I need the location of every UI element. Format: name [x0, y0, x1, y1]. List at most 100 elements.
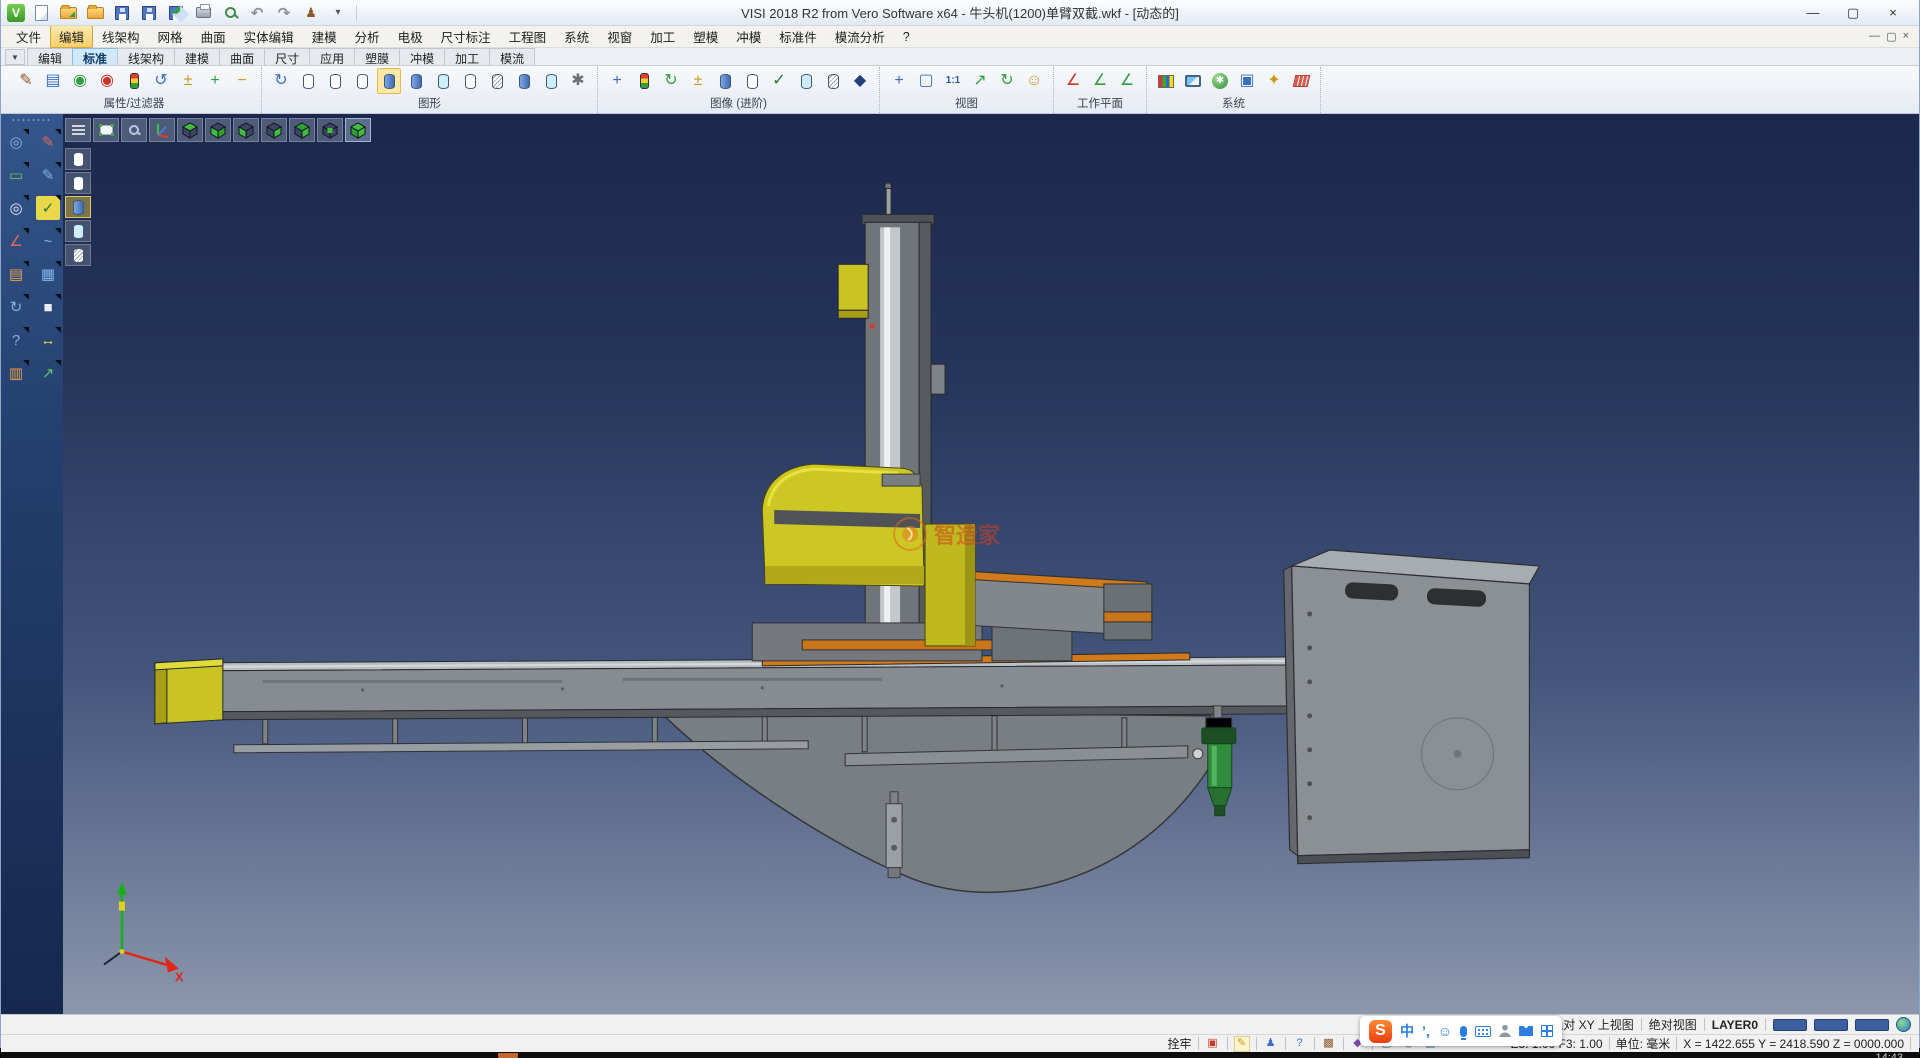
render-settings-icon[interactable]: ✱ — [566, 68, 590, 94]
undo-button[interactable]: ↶ — [246, 3, 268, 23]
cylinder-arrows-icon[interactable] — [512, 68, 536, 94]
eye-plus-icon[interactable]: + — [203, 68, 227, 94]
microphone-icon[interactable] — [1460, 1026, 1467, 1037]
help-icon[interactable]: ? — [4, 328, 28, 352]
view-front-button[interactable] — [289, 118, 315, 142]
ime-punctuation-toggle[interactable]: ’, — [1422, 1024, 1430, 1038]
cylinder-copy-icon[interactable] — [539, 68, 563, 94]
skin-icon[interactable] — [1519, 1026, 1533, 1036]
mode-transparent-button[interactable] — [65, 220, 91, 242]
globe-icon[interactable] — [1896, 1017, 1911, 1032]
viewport-3d[interactable]: 智造家 X — [63, 114, 1919, 1014]
cylinder-hidden-line-icon[interactable] — [323, 68, 347, 94]
traffic-advanced-icon[interactable] — [632, 68, 656, 94]
view-back-button[interactable] — [317, 118, 343, 142]
mdi-close-button[interactable]: × — [1903, 30, 1909, 43]
tabbar-dropdown[interactable]: ▼ — [5, 49, 25, 65]
menu-file[interactable]: 文件 — [7, 25, 50, 48]
menu-dimension[interactable]: 尺寸标注 — [432, 25, 500, 48]
wcs-triad-button[interactable] — [149, 118, 175, 142]
traffic-filter-icon[interactable] — [122, 68, 146, 94]
mdi-restore-button[interactable]: ▢ — [1886, 30, 1896, 43]
cylinder-page-icon[interactable] — [794, 68, 818, 94]
menu-machining[interactable]: 加工 — [641, 25, 684, 48]
curve-icon[interactable]: ~ — [36, 229, 60, 253]
cylinder-check-icon[interactable]: ✓ — [767, 68, 791, 94]
menu-edit[interactable]: 编辑 — [50, 25, 93, 48]
zoom-extents-button[interactable] — [93, 118, 119, 142]
snap-lock-toggle[interactable]: 拴牢 — [1167, 1035, 1191, 1052]
open-button[interactable] — [57, 3, 79, 23]
tile-windows-icon[interactable]: ▦ — [36, 262, 60, 286]
zoom-dynamic-button[interactable] — [121, 118, 147, 142]
matrix-grid-icon[interactable] — [1289, 68, 1313, 94]
layers-attributes-icon[interactable]: ▤ — [4, 262, 28, 286]
tab-flow[interactable]: 模流 — [489, 48, 535, 65]
tab-edit[interactable]: 编辑 — [27, 48, 73, 65]
save-as-button[interactable] — [138, 3, 160, 23]
color-table-icon[interactable] — [1154, 68, 1178, 94]
view-right-button[interactable] — [261, 118, 287, 142]
absolute-view-button[interactable]: 绝对视图 — [1649, 1016, 1697, 1033]
move-axes-icon[interactable]: + — [605, 68, 629, 94]
view-left-button[interactable] — [233, 118, 259, 142]
wcs-icon[interactable]: ∠ — [4, 229, 28, 253]
regenerate-icon[interactable]: ↻ — [4, 295, 28, 319]
measure-icon[interactable]: ↔ — [36, 328, 60, 352]
zoom-arrow-icon[interactable]: ↗ — [968, 68, 992, 94]
window-select-icon[interactable]: ▭ — [4, 163, 28, 187]
redo-button[interactable]: ↷ — [273, 3, 295, 23]
menu-progress[interactable]: 冲模 — [727, 25, 770, 48]
mode-wireframe-button[interactable] — [65, 148, 91, 170]
profile-icon[interactable] — [1499, 1025, 1511, 1037]
layer-color-swatch-3[interactable] — [1855, 1019, 1889, 1031]
tab-machining[interactable]: 加工 — [444, 48, 490, 65]
refresh-graphics-icon[interactable]: ↻ — [269, 68, 293, 94]
workplane-align-icon[interactable]: ∠ — [1115, 68, 1139, 94]
zoom-window-icon[interactable]: ▢ — [914, 68, 938, 94]
tab-wireframe[interactable]: 线架构 — [117, 48, 175, 65]
confirm-icon[interactable]: ✓ — [36, 196, 60, 220]
cylinder-flat-icon[interactable] — [458, 68, 482, 94]
workplane-edit-icon[interactable]: ∠ — [1088, 68, 1112, 94]
view-bottom-button[interactable] — [205, 118, 231, 142]
taskbar-app-icon[interactable] — [498, 1053, 518, 1058]
menu-help[interactable]: ? — [894, 28, 919, 46]
maximize-button[interactable]: ▢ — [1833, 1, 1873, 25]
menu-flow-analysis[interactable]: 模流分析 — [826, 25, 894, 48]
import-button[interactable] — [84, 3, 106, 23]
point-selector-icon[interactable]: ✦ — [1262, 68, 1286, 94]
screen-layout-icon[interactable] — [1181, 68, 1205, 94]
emoji-icon[interactable]: ☺ — [1438, 1024, 1452, 1038]
mannequin-icon[interactable]: ♟ — [1263, 1036, 1279, 1052]
workplane-create-icon[interactable]: ∠ — [1061, 68, 1085, 94]
cylinder-outline-icon[interactable] — [350, 68, 374, 94]
menu-modeling[interactable]: 建模 — [303, 25, 346, 48]
mode-shaded-button[interactable] — [65, 196, 91, 218]
save-all-button[interactable] — [165, 3, 187, 23]
zoom-in-icon[interactable]: + — [887, 68, 911, 94]
eye-hide-icon[interactable]: ◉ — [95, 68, 119, 94]
keyboard-icon[interactable] — [1475, 1026, 1491, 1037]
annotate-icon[interactable]: ✎ — [1234, 1036, 1250, 1052]
cylinder-transparent-icon[interactable] — [431, 68, 455, 94]
save-button[interactable] — [111, 3, 133, 23]
tab-progress[interactable]: 冲模 — [399, 48, 445, 65]
menu-surface[interactable]: 曲面 — [192, 25, 235, 48]
zoom-1-1-icon[interactable]: 1:1 — [941, 68, 965, 94]
export-view-icon[interactable]: ↗ — [36, 361, 60, 385]
menu-analysis[interactable]: 分析 — [346, 25, 389, 48]
system-settings-icon[interactable]: ✱ — [1208, 68, 1232, 94]
menu-mesh[interactable]: 网格 — [149, 25, 192, 48]
refresh-advanced-icon[interactable]: ↻ — [659, 68, 683, 94]
eye-refresh-icon[interactable]: ↺ — [149, 68, 173, 94]
menu-standard-parts[interactable]: 标准件 — [770, 25, 826, 48]
shading-face-icon[interactable]: ☺ — [1022, 68, 1046, 94]
cylinder-hatch-icon[interactable] — [821, 68, 845, 94]
layer-button[interactable]: LAYER0 — [1712, 1018, 1758, 1032]
cylinder-shaded-icon[interactable] — [404, 68, 428, 94]
eye-show-icon[interactable]: ◉ — [68, 68, 92, 94]
page-filter-icon[interactable]: ▤ — [41, 68, 65, 94]
layer-color-swatch-2[interactable] — [1814, 1019, 1848, 1031]
eye-plus-minus-icon[interactable]: ± — [176, 68, 200, 94]
